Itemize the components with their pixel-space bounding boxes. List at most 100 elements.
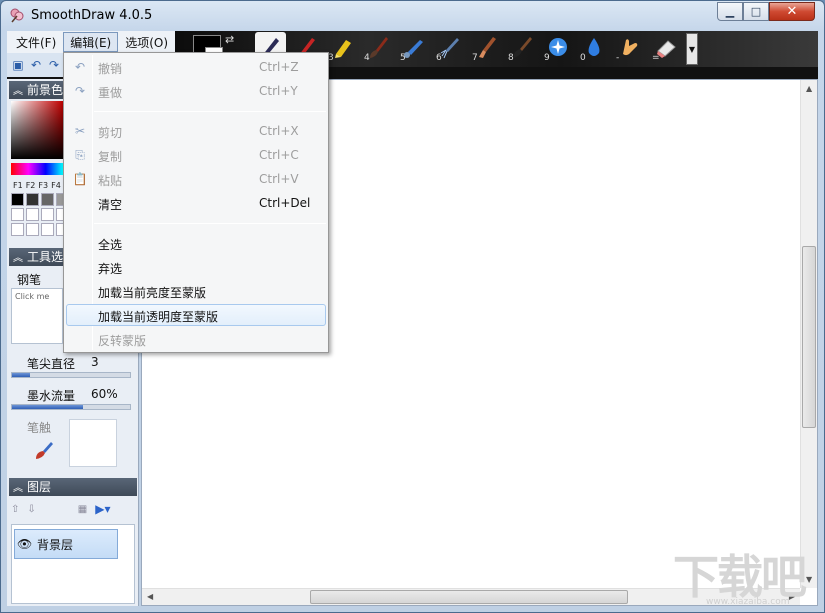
ink-flow-value: 60% xyxy=(91,387,118,401)
collapse-icon: ︽ xyxy=(13,86,23,97)
paste-icon: 📋 xyxy=(72,172,88,186)
spray-icon xyxy=(440,38,459,59)
menu-item-shortcut: Ctrl+X xyxy=(259,124,299,138)
close-button[interactable]: ✕ xyxy=(769,2,815,21)
tip-diameter-label: 笔尖直径 xyxy=(27,357,76,371)
move-layer-up-icon[interactable]: ⇧ xyxy=(11,504,19,515)
menu-file[interactable]: 文件(F) xyxy=(9,32,63,52)
menu-item-load-brightness-mask[interactable]: 加载当前亮度至蒙版 xyxy=(66,280,326,302)
watermark-url: www.xiazaiba.com xyxy=(706,597,790,607)
hue-slider[interactable] xyxy=(11,163,63,175)
layer-menu-icon[interactable]: ▶▾ xyxy=(95,502,110,516)
section-title: 图层 xyxy=(27,480,52,494)
color-swatch[interactable] xyxy=(41,223,54,236)
section-header-layers[interactable]: ︽ 图层 xyxy=(9,478,137,496)
menu-item-deselect[interactable]: 弃选 xyxy=(66,256,326,278)
slider-fill xyxy=(12,405,83,409)
menu-item-paste[interactable]: 📋 粘贴 Ctrl+V xyxy=(66,168,326,190)
ink-flow-slider[interactable] xyxy=(11,404,131,410)
color-picker-square[interactable] xyxy=(11,101,63,159)
chevron-down-icon: ▼ xyxy=(688,44,696,54)
tool-marker[interactable]: 3 xyxy=(327,32,358,64)
menu-item-label: 粘贴 xyxy=(98,174,123,188)
menu-item-select-all[interactable]: 全选 xyxy=(66,232,326,254)
tool-sparkle[interactable]: 9 xyxy=(543,32,574,64)
color-swatch[interactable] xyxy=(41,193,54,206)
eye-icon[interactable]: 👁 xyxy=(17,537,33,551)
color-swatches xyxy=(11,193,69,236)
pen-tip-preview[interactable] xyxy=(69,419,117,467)
tool-airbrush[interactable]: 5 xyxy=(399,32,430,64)
save-icon[interactable]: ▣ xyxy=(11,58,25,72)
scroll-left-icon[interactable]: ◀ xyxy=(147,592,153,601)
menu-item-label: 重做 xyxy=(98,86,123,100)
layer-list: 👁 背景层 xyxy=(11,524,135,604)
color-swatch[interactable] xyxy=(11,223,24,236)
menu-bar: 文件(F) 编辑(E) 选项(O) xyxy=(7,31,175,53)
scroll-up-icon[interactable]: ▲ xyxy=(806,84,812,93)
hotkey-label: F1 xyxy=(13,181,23,190)
menu-item-label: 清空 xyxy=(98,198,123,212)
menu-item-copy[interactable]: ⎘ 复制 Ctrl+C xyxy=(66,144,326,166)
vertical-scroll-thumb[interactable] xyxy=(802,246,816,428)
click-me-hint: Click me xyxy=(15,292,50,301)
window-title: SmoothDraw 4.0.5 xyxy=(31,8,153,23)
section-title: 工具选 xyxy=(27,250,64,264)
tool-eraser[interactable]: = xyxy=(651,32,682,64)
redo-icon: ↷ xyxy=(74,84,86,98)
ink-flow-label: 墨水流量 xyxy=(27,389,76,403)
tool-ink-brush[interactable]: 8 xyxy=(507,32,538,64)
ink-brush-icon xyxy=(513,37,532,58)
menu-edit[interactable]: 编辑(E) xyxy=(63,32,119,52)
maximize-button[interactable]: □ xyxy=(743,2,769,21)
undo-icon[interactable]: ↶ xyxy=(29,58,43,72)
section-title: 前景色 xyxy=(27,83,64,97)
menu-item-undo[interactable]: ↶ 撤销 Ctrl+Z xyxy=(66,56,326,78)
app-window: SmoothDraw 4.0.5 ▁ □ ✕ 文件(F) 编辑(E) 选项(O)… xyxy=(0,0,825,613)
menu-item-invert-mask[interactable]: 反转蒙版 xyxy=(66,328,326,350)
menu-item-load-transparency-mask[interactable]: 加载当前透明度至蒙版 xyxy=(66,304,326,326)
menu-item-clear[interactable]: 清空 Ctrl+Del xyxy=(66,192,326,214)
tool-water-drop[interactable]: 0 xyxy=(579,32,610,64)
menu-item-shortcut: Ctrl+Z xyxy=(259,60,299,74)
paintbrush-icon[interactable] xyxy=(33,439,55,461)
menu-item-redo[interactable]: ↷ 重做 Ctrl+Y xyxy=(66,80,326,102)
tool-preview-box[interactable]: Click me xyxy=(11,288,63,344)
menu-options[interactable]: 选项(O) xyxy=(118,32,175,52)
tool-spray[interactable]: 6 xyxy=(435,32,466,64)
scroll-down-icon[interactable]: ▼ xyxy=(806,575,812,584)
menu-item-label: 加载当前亮度至蒙版 xyxy=(98,286,207,300)
sparkle-icon xyxy=(549,38,567,56)
title-bar: SmoothDraw 4.0.5 ▁ □ ✕ xyxy=(1,1,824,31)
move-layer-down-icon[interactable]: ⇩ xyxy=(27,504,35,515)
tool-brush[interactable]: 4 xyxy=(363,32,394,64)
color-swatch[interactable] xyxy=(26,193,39,206)
swap-colors-icon[interactable]: ⇄ xyxy=(225,33,234,46)
redo-icon[interactable]: ↷ xyxy=(47,58,61,72)
menu-item-cut[interactable]: ✂ 剪切 Ctrl+X xyxy=(66,120,326,142)
tool-flat-brush[interactable]: 7 xyxy=(471,32,502,64)
pen-tip-label: 笔触 xyxy=(27,421,52,435)
color-swatch[interactable] xyxy=(11,208,24,221)
menu-item-shortcut: Ctrl+C xyxy=(259,148,299,162)
menu-item-shortcut: Ctrl+V xyxy=(259,172,299,186)
vertical-scrollbar[interactable]: ▲ ▼ xyxy=(800,80,817,588)
color-swatch[interactable] xyxy=(26,223,39,236)
edit-menu-dropdown: ↶ 撤销 Ctrl+Z ↷ 重做 Ctrl+Y ✂ 剪切 Ctrl+X ⎘ 复制… xyxy=(63,52,329,353)
horizontal-scroll-thumb[interactable] xyxy=(310,590,628,604)
tool-smudge[interactable]: - xyxy=(615,32,646,64)
layer-row[interactable]: 👁 背景层 xyxy=(14,529,118,559)
menu-separator xyxy=(94,111,326,112)
tip-diameter-slider[interactable] xyxy=(11,372,131,378)
hotkey-label: F2 xyxy=(25,181,36,190)
airbrush-icon xyxy=(404,40,423,58)
toolbar-dropdown-button[interactable]: ▼ xyxy=(686,33,698,65)
collapse-icon: ︽ xyxy=(13,483,23,494)
menu-item-shortcut: Ctrl+Del xyxy=(259,196,311,210)
flat-brush-icon xyxy=(479,37,496,58)
color-swatch[interactable] xyxy=(41,208,54,221)
color-swatch[interactable] xyxy=(11,193,24,206)
minimize-button[interactable]: ▁ xyxy=(717,2,743,21)
color-swatch[interactable] xyxy=(26,208,39,221)
layer-properties-icon[interactable]: ▦ xyxy=(78,504,87,515)
